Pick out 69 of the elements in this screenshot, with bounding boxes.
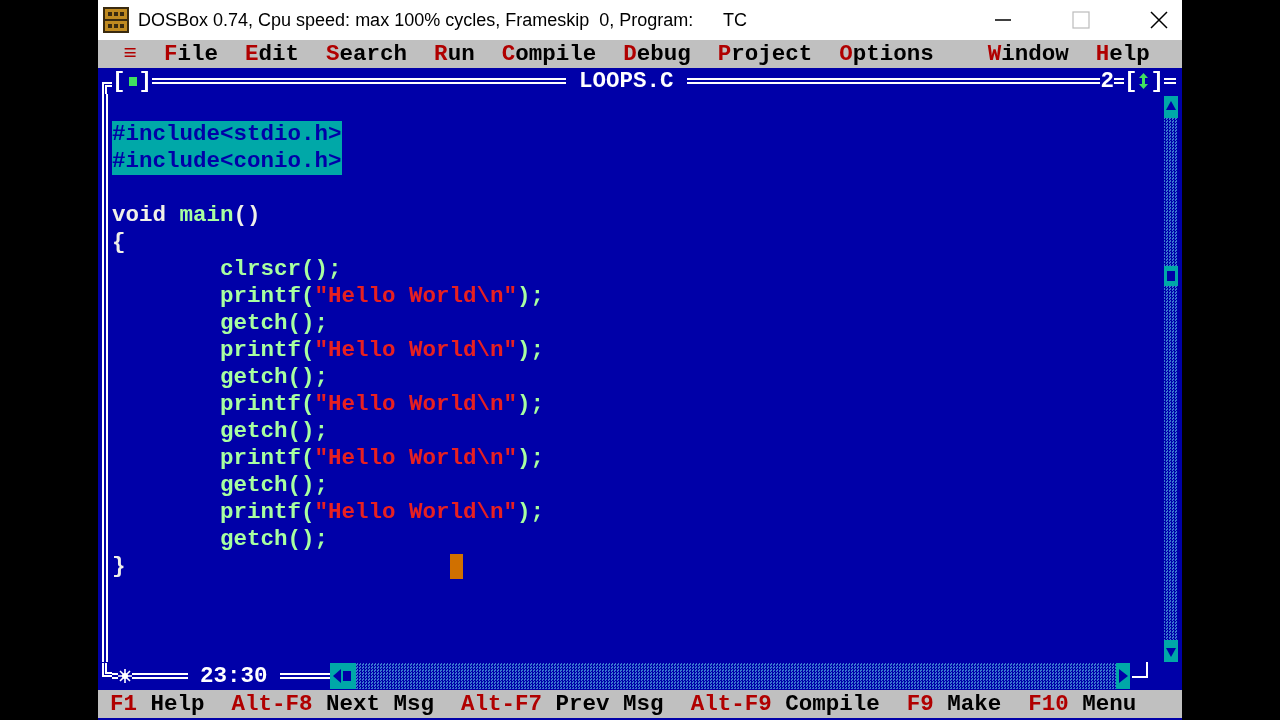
code-text: getch(); — [219, 418, 329, 445]
cursor-position: 23:30 — [199, 663, 269, 689]
horizontal-scrollbar[interactable] — [329, 663, 1130, 689]
menu-item[interactable]: Project — [717, 41, 813, 67]
code-text: clrscr(); — [219, 256, 342, 283]
frame-line — [1113, 78, 1124, 84]
frame-line — [279, 673, 330, 679]
scroll-up-icon[interactable] — [1164, 96, 1178, 118]
vertical-scrollbar[interactable] — [1164, 96, 1178, 662]
code-text: void — [112, 202, 167, 229]
shortcut-hint[interactable]: F10 Menu — [1028, 691, 1137, 717]
code-text: getch(); — [219, 472, 329, 499]
shortcut-hint[interactable]: Alt-F9 Compile — [690, 691, 880, 717]
code-text: } — [112, 553, 126, 580]
code-text: ); — [517, 337, 545, 364]
code-text: ); — [517, 391, 545, 418]
file-name: LOOPS.C — [578, 68, 675, 94]
frame-line — [1164, 78, 1176, 84]
menu-item[interactable]: File — [164, 41, 219, 67]
string-literal: "Hello World\n" — [314, 499, 518, 526]
menu-item[interactable]: Options — [839, 41, 934, 67]
code-text: () — [233, 202, 261, 229]
frame-corner — [1131, 662, 1148, 678]
shortcut-hint[interactable]: Alt-F8 Next Msg — [231, 691, 435, 717]
app-icon — [103, 7, 129, 33]
menu-item[interactable]: Run — [434, 41, 475, 67]
code-text: printf( — [219, 391, 315, 418]
frame-line — [132, 673, 188, 679]
selected-code: #include<conio.h> — [112, 148, 342, 175]
code-text: getch(); — [219, 364, 329, 391]
scroll-right-icon[interactable] — [1115, 663, 1130, 689]
string-literal: "Hello World\n" — [314, 391, 518, 418]
shortcut-hint[interactable]: Alt-F7 Prev Msg — [461, 691, 664, 717]
frame-corner — [102, 663, 112, 677]
selected-code: #include<stdio.h> — [112, 121, 342, 148]
scroll-left-icon[interactable] — [329, 663, 356, 689]
frame-line — [112, 673, 118, 679]
menu-item[interactable]: Debug — [623, 41, 691, 67]
code-text: printf( — [219, 283, 315, 310]
system-menu-button[interactable]: ≡ — [123, 41, 137, 67]
code-text: ); — [517, 445, 545, 472]
text-cursor — [449, 554, 463, 579]
menu-item[interactable]: Help — [1095, 41, 1150, 67]
code-text: getch(); — [219, 310, 329, 337]
menu-item[interactable]: Compile — [501, 41, 597, 67]
menu-item[interactable]: Window — [987, 41, 1069, 67]
menu-item[interactable]: Edit — [245, 41, 300, 67]
code-text: ); — [517, 499, 545, 526]
code-text: main — [179, 202, 234, 229]
close-box[interactable]: [ ] — [112, 68, 153, 94]
menu-item[interactable]: Search — [326, 41, 408, 67]
code-text: printf( — [219, 499, 315, 526]
frame-corner — [102, 82, 112, 94]
zoom-box[interactable]: [ ] — [1123, 68, 1164, 94]
code-text: getch(); — [219, 526, 329, 553]
window-title: DOSBox 0.74, Cpu speed: max 100% cycles, Frameskip 0, Program: TC — [138, 9, 748, 31]
code-text: ); — [517, 283, 545, 310]
string-literal: "Hello World\n" — [314, 445, 518, 472]
close-icon[interactable] — [1150, 11, 1168, 29]
code-text: printf( — [219, 337, 315, 364]
window-number: 2 — [1100, 68, 1114, 94]
code-text: printf( — [219, 445, 315, 472]
shortcut-hint[interactable]: F1 Help — [110, 691, 205, 717]
shortcut-hint[interactable]: F9 Make — [906, 691, 1002, 717]
code-text: { — [112, 229, 126, 256]
scroll-down-icon[interactable] — [1164, 640, 1178, 662]
string-literal: "Hello World\n" — [314, 283, 518, 310]
string-literal: "Hello World\n" — [314, 337, 518, 364]
scroll-thumb[interactable] — [1164, 266, 1178, 286]
